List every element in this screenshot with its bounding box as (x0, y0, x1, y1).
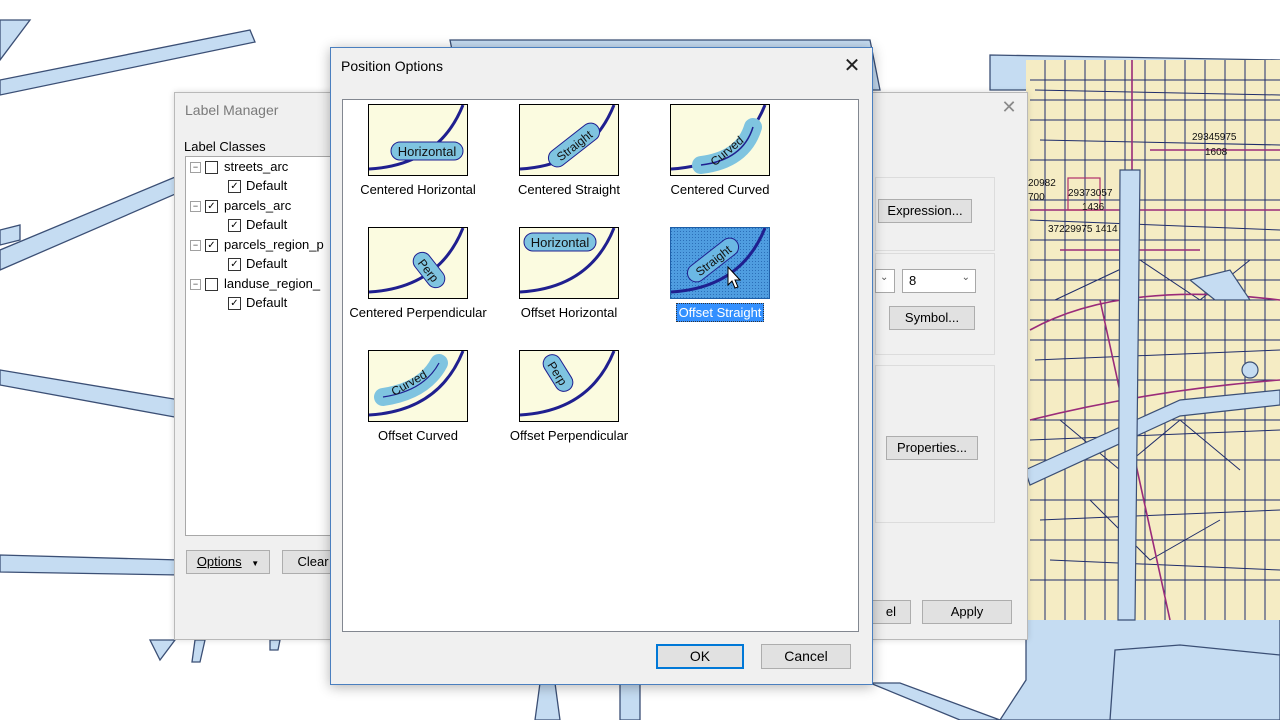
collapse-icon[interactable]: − (190, 162, 201, 173)
chevron-down-icon: ⌄ (961, 272, 970, 283)
mouse-cursor-icon (727, 266, 742, 289)
properties-button-label: Properties... (896, 440, 968, 455)
offset-perpendicular-icon: Perp (519, 350, 619, 422)
cancel-button-label: el (885, 604, 896, 619)
offset-horizontal-icon: Horizontal (519, 227, 619, 299)
ok-button[interactable]: OK (656, 644, 744, 669)
parcel-label: 37229975 1414 (1048, 224, 1118, 235)
option-offset-perpendicular[interactable]: Perp Offset Perpendicular (499, 346, 639, 464)
option-caption-text: Centered Curved (670, 182, 770, 197)
tree-item-label: Default (246, 295, 288, 310)
symbol-button[interactable]: Symbol... (889, 306, 975, 330)
option-centered-curved[interactable]: Curved Centered Curved (650, 100, 790, 218)
position-options-list[interactable]: Horizontal Centered Horizontal Straight … (342, 99, 859, 632)
tree-item-label: Default (246, 178, 288, 193)
chevron-down-icon: ⌄ (880, 272, 889, 283)
apply-button-label: Apply (950, 604, 984, 619)
dropdown-arrow-icon: ▼ (251, 559, 260, 568)
option-caption-text: Centered Perpendicular (349, 305, 487, 320)
thumb-label: Horizontal (531, 235, 590, 250)
option-offset-straight[interactable]: Straight Offset Straight (650, 223, 790, 341)
option-caption-text: Centered Straight (518, 182, 620, 197)
label-manager-title: Label Manager (185, 102, 279, 118)
tree-item-label: Default (246, 217, 288, 232)
parcel-label: 1436 (1082, 202, 1105, 213)
options-button[interactable]: Options ▼ (186, 550, 270, 574)
checkbox-checked[interactable]: ✓ (228, 180, 241, 193)
checkbox-checked[interactable]: ✓ (228, 297, 241, 310)
close-icon[interactable]: ✕ (840, 54, 864, 78)
tree-item-label: landuse_region_ (224, 276, 321, 291)
parcel-label: 1608 (1205, 147, 1228, 158)
symbol-button-label: Symbol... (904, 310, 960, 325)
collapse-icon[interactable]: − (190, 279, 201, 290)
centered-horizontal-icon: Horizontal (368, 104, 468, 176)
option-caption: Centered Straight (499, 182, 639, 197)
checkbox-checked[interactable]: ✓ (205, 239, 218, 252)
label-classes-tree[interactable]: − streets_arc ✓ Default − ✓ parcels_arc … (185, 156, 337, 536)
centered-straight-icon: Straight (519, 104, 619, 176)
option-caption: Offset Perpendicular (499, 428, 639, 443)
tree-item-label: parcels_arc (224, 198, 292, 213)
option-centered-perpendicular[interactable]: Perp Centered Perpendicular (348, 223, 488, 341)
label-classes-heading: Label Classes (184, 139, 266, 154)
option-caption-text: Offset Curved (378, 428, 458, 443)
checkbox[interactable] (205, 278, 218, 291)
tree-item-label: Default (246, 256, 288, 271)
option-caption-text: Centered Horizontal (360, 182, 476, 197)
tree-item-label: parcels_region_p (224, 237, 324, 252)
tree-item-label: streets_arc (224, 159, 289, 174)
font-size-dropdown[interactable]: 8 ⌄ (902, 269, 976, 293)
centered-curved-icon: Curved (670, 104, 770, 176)
checkbox-checked[interactable]: ✓ (205, 200, 218, 213)
collapse-icon[interactable]: − (190, 240, 201, 251)
option-offset-curved[interactable]: Curved Offset Curved (348, 346, 488, 464)
option-caption: Centered Curved (650, 182, 790, 197)
ok-button-label: OK (689, 648, 711, 664)
cancel-button[interactable]: Cancel (761, 644, 851, 669)
option-offset-horizontal[interactable]: Horizontal Offset Horizontal (499, 223, 639, 341)
option-caption-text: Offset Straight (675, 303, 765, 322)
apply-button[interactable]: Apply (922, 600, 1012, 624)
option-caption-text: Offset Horizontal (520, 305, 618, 320)
parcel-label: 29345975 (1192, 132, 1237, 143)
expression-button[interactable]: Expression... (878, 199, 972, 223)
position-options-dialog: Position Options ✕ Horizontal Centered H… (330, 47, 873, 685)
option-caption: Offset Curved (348, 428, 488, 443)
option-caption: Centered Horizontal (348, 182, 488, 197)
parcel-label: 20982 (1028, 178, 1056, 189)
option-caption-text: Offset Perpendicular (509, 428, 629, 443)
option-caption: Offset Horizontal (499, 305, 639, 320)
thumb-label: Horizontal (398, 144, 457, 159)
dialog-title: Position Options (341, 58, 443, 74)
centered-perpendicular-icon: Perp (368, 227, 468, 299)
offset-curved-icon: Curved (368, 350, 468, 422)
collapse-icon[interactable]: − (190, 201, 201, 212)
font-dropdown[interactable]: ⌄ (875, 269, 895, 293)
expression-button-label: Expression... (887, 203, 963, 218)
options-button-label: Options (196, 554, 242, 569)
font-size-value: 8 (909, 273, 917, 288)
parcel-label: 29373057 (1068, 188, 1113, 199)
properties-button[interactable]: Properties... (886, 436, 978, 460)
close-icon[interactable]: ✕ (999, 97, 1019, 117)
option-centered-straight[interactable]: Straight Centered Straight (499, 100, 639, 218)
parcel-label: 700 (1028, 192, 1045, 203)
offset-straight-icon: Straight (670, 227, 770, 299)
option-caption: Offset Straight (650, 303, 790, 322)
checkbox[interactable] (205, 161, 218, 174)
option-centered-horizontal[interactable]: Horizontal Centered Horizontal (348, 100, 488, 218)
checkbox-checked[interactable]: ✓ (228, 258, 241, 271)
cancel-button-label: Cancel (784, 648, 828, 664)
clear-button-label: Clear (297, 554, 329, 569)
checkbox-checked[interactable]: ✓ (228, 219, 241, 232)
option-caption: Centered Perpendicular (348, 305, 488, 320)
